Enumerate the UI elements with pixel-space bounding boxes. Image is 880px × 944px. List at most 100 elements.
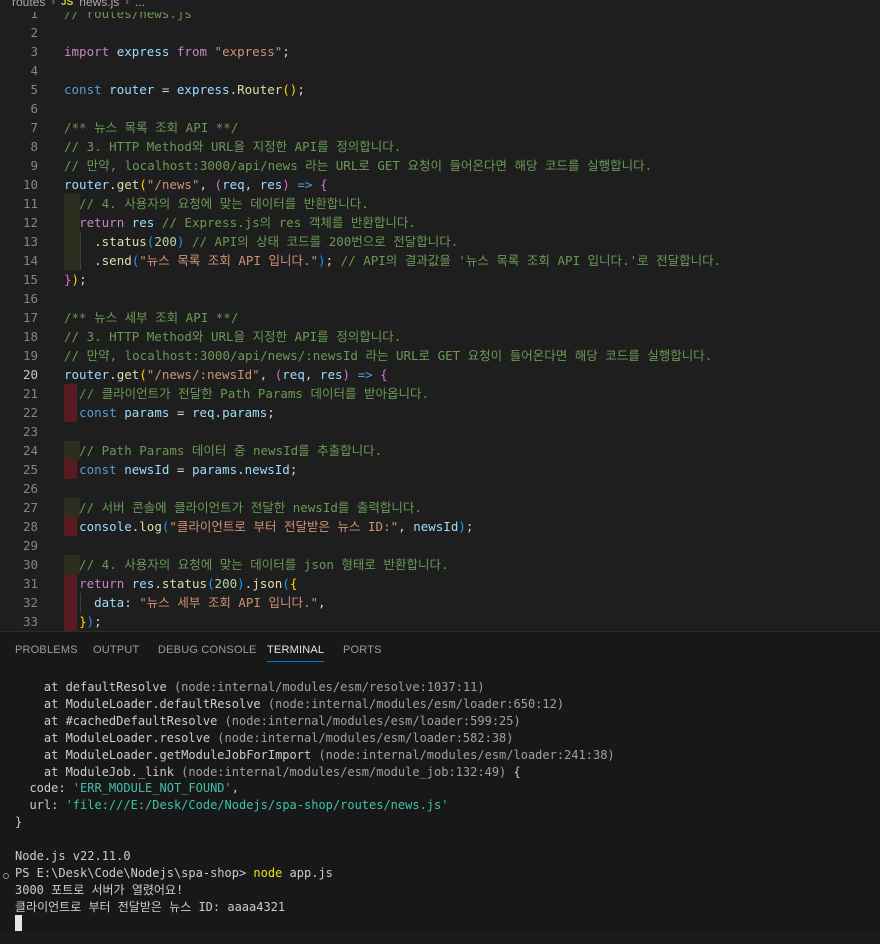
- code-line[interactable]: 14 .send("뉴스 목록 조회 API 입니다."); // API의 결…: [0, 251, 880, 270]
- code-line[interactable]: 23: [0, 422, 880, 441]
- code-line[interactable]: 19 // 만약, localhost:3000/api/news/:newsId…: [0, 346, 880, 365]
- tab-problems[interactable]: PROBLEMS: [15, 644, 78, 656]
- code-line[interactable]: 33 });: [0, 612, 880, 631]
- line-number[interactable]: 25: [0, 460, 38, 479]
- code-text: // 4. 사용자의 요청에 맞는 데이터를 json 형태로 반환합니다.: [64, 555, 448, 574]
- tab-output[interactable]: OUTPUT: [93, 644, 139, 656]
- line-number[interactable]: 17: [0, 308, 38, 327]
- code-line[interactable]: 9 // 만약, localhost:3000/api/news 라는 URL로 …: [0, 156, 880, 175]
- line-number[interactable]: 21: [0, 384, 38, 403]
- line-number[interactable]: 1: [0, 12, 38, 23]
- code-line[interactable]: 28 console.log("클라이언트로 부터 전달받은 뉴스 ID:", …: [0, 517, 880, 536]
- terminal-line: 3000 포트로 서버가 열렸어요!: [15, 882, 183, 899]
- code-token: ;: [267, 405, 275, 420]
- line-number[interactable]: 10: [0, 175, 38, 194]
- code-token: ;: [289, 462, 298, 477]
- line-number[interactable]: 12: [0, 213, 38, 232]
- code-token: // 서버 콘솔에 클라이언트가 전달한 newsId를 출력합니다.: [64, 500, 422, 515]
- line-number[interactable]: 27: [0, 498, 38, 517]
- code-line[interactable]: 1 // routes/news.js: [0, 12, 880, 23]
- line-number[interactable]: 24: [0, 441, 38, 460]
- line-number[interactable]: 9: [0, 156, 38, 175]
- line-number[interactable]: 15: [0, 270, 38, 289]
- breadcrumb-folder[interactable]: routes: [12, 0, 45, 9]
- line-number[interactable]: 28: [0, 517, 38, 536]
- line-number[interactable]: 7: [0, 118, 38, 137]
- terminal-text: at ModuleLoader.resolve: [15, 730, 218, 745]
- line-number[interactable]: 31: [0, 574, 38, 593]
- code-token: res: [259, 177, 283, 192]
- code-line[interactable]: 2: [0, 23, 880, 42]
- line-number[interactable]: 11: [0, 194, 38, 213]
- code-line[interactable]: 27 // 서버 콘솔에 클라이언트가 전달한 newsId를 출력합니다.: [0, 498, 880, 517]
- tab-ports[interactable]: PORTS: [343, 644, 382, 656]
- code-text: .status(200) // API의 상태 코드를 200번으로 전달합니다…: [64, 232, 458, 251]
- code-line[interactable]: 30 // 4. 사용자의 요청에 맞는 데이터를 json 형태로 반환합니다…: [0, 555, 880, 574]
- code-line[interactable]: 21 // 클라이언트가 전달한 Path Params 데이터를 받아옵니다.: [0, 384, 880, 403]
- code-line[interactable]: 5 const router = express.Router();: [0, 80, 880, 99]
- line-number[interactable]: 33: [0, 612, 38, 631]
- line-number[interactable]: 18: [0, 327, 38, 346]
- code-line[interactable]: 6: [0, 99, 880, 118]
- code-token: newsId: [244, 462, 290, 477]
- code-token: params: [124, 405, 170, 420]
- terminal-text: (node:internal/modules/esm/resolve:1037:…: [173, 680, 485, 694]
- code-line[interactable]: 16: [0, 289, 880, 308]
- code-line[interactable]: 32 data: "뉴스 세부 조회 API 입니다.",: [0, 593, 880, 612]
- code-token: get: [116, 367, 140, 382]
- line-number[interactable]: 5: [0, 80, 38, 99]
- line-number[interactable]: 19: [0, 346, 38, 365]
- code-line[interactable]: 7 /** 뉴스 목록 조회 API **/: [0, 118, 880, 137]
- code-token: send: [101, 253, 132, 268]
- code-line[interactable]: 25 const newsId = params.newsId;: [0, 460, 880, 479]
- line-number[interactable]: 14: [0, 251, 38, 270]
- code-line[interactable]: 24 // Path Params 데이터 중 newsId를 추출합니다.: [0, 441, 880, 460]
- code-line[interactable]: 22 const params = req.params;: [0, 403, 880, 422]
- line-number[interactable]: 4: [0, 61, 38, 80]
- line-number[interactable]: 16: [0, 289, 38, 308]
- terminal-text: at defaultResolve: [15, 680, 174, 694]
- code-line[interactable]: 29: [0, 536, 880, 555]
- code-line[interactable]: 20 router.get("/news/:newsId", (req, res)…: [0, 365, 880, 384]
- code-line[interactable]: 3 import express from "express";: [0, 42, 880, 61]
- horizontal-scrollbar[interactable]: [0, 933, 880, 943]
- code-line[interactable]: 10 router.get("/news", (req, res) => {: [0, 175, 880, 194]
- line-number[interactable]: 6: [0, 99, 38, 118]
- tab-debug[interactable]: DEBUG CONSOLE: [158, 644, 257, 656]
- code-line[interactable]: 15});: [0, 270, 880, 289]
- line-number[interactable]: 23: [0, 422, 38, 441]
- line-number[interactable]: 3: [0, 42, 38, 61]
- breadcrumb-symbol[interactable]: ...: [135, 0, 145, 9]
- line-number[interactable]: 29: [0, 536, 38, 555]
- code-token: res: [319, 367, 343, 382]
- line-number[interactable]: 32: [0, 593, 38, 612]
- code-token: (): [282, 82, 298, 97]
- code-token: router: [64, 177, 110, 192]
- line-number[interactable]: 2: [0, 23, 38, 42]
- code-line[interactable]: 13 .status(200) // API의 상태 코드를 200번으로 전달…: [0, 232, 880, 251]
- terminal-text: at ModuleLoader.getModuleJobForImport: [15, 747, 319, 762]
- line-number[interactable]: 8: [0, 137, 38, 156]
- line-number[interactable]: 26: [0, 479, 38, 498]
- code-line[interactable]: 26: [0, 479, 880, 498]
- code-token: params: [191, 462, 238, 477]
- code-line[interactable]: 11 // 4. 사용자의 요청에 맞는 데이터를 반환합니다.: [0, 194, 880, 213]
- code-token: req: [222, 177, 245, 192]
- line-number[interactable]: 20: [0, 365, 38, 384]
- code-line[interactable]: 4: [0, 61, 880, 80]
- terminal-output[interactable]: at defaultResolve (node:internal/modules…: [0, 679, 880, 944]
- code-token: ,: [398, 519, 414, 534]
- code-line[interactable]: 17 /** 뉴스 세부 조회 API **/: [0, 308, 880, 327]
- line-number[interactable]: 13: [0, 232, 38, 251]
- code-line[interactable]: 8 // 3. HTTP Method와 URL을 지정한 API를 정의합니다.: [0, 137, 880, 156]
- line-number[interactable]: 30: [0, 555, 38, 574]
- tab-terminal[interactable]: TERMINAL: [267, 644, 325, 662]
- line-number[interactable]: 22: [0, 403, 38, 422]
- breadcrumb-file[interactable]: news.js: [79, 0, 119, 9]
- code-line[interactable]: 18 // 3. HTTP Method와 URL을 지정한 API를 정의합니다…: [0, 327, 880, 346]
- code-token: }: [64, 272, 72, 287]
- code-token: "클라이언트로 부터 전달받은 뉴스 ID:": [169, 519, 399, 534]
- code-line[interactable]: 31 return res.status(200).json({: [0, 574, 880, 593]
- code-editor[interactable]: 1 // routes/news.js 2 3 import express from …: [0, 12, 880, 631]
- code-line[interactable]: 12 return res // Express.js의 res 객체를 반환합…: [0, 213, 880, 232]
